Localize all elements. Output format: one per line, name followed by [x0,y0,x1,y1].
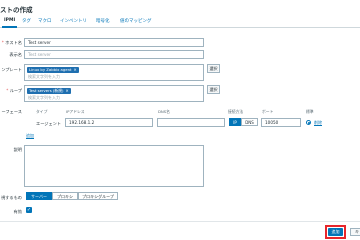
page-title: ストの作成 [0,6,33,14]
template-search-input[interactable]: 検索文字列を入力 [28,74,60,80]
host-name-label: * ホスト名 [1,40,22,45]
visible-name-label: 表示名 [9,52,22,57]
tab-encryption[interactable]: 暗号化 [96,18,110,24]
groups-label: * ループ [6,88,22,93]
monitored-by-server[interactable]: サーバー [26,192,52,200]
templates-multiselect[interactable]: Linux by Zabbix agent ✕ 検索文字列を入力 [24,64,204,81]
monitored-by-proxy-group[interactable]: プロキシグループ [78,192,118,200]
tab-value-mapping[interactable]: 値のマッピング [120,18,152,24]
col-port: ポート [262,109,274,114]
default-interface-radio[interactable] [306,120,311,125]
tab-macros[interactable]: マクロ [38,18,52,24]
add-interface-link[interactable]: 追加 [26,133,34,139]
dns-name-field[interactable] [157,118,225,127]
visible-name-field[interactable]: Test server [24,50,204,59]
template-chip: Linux by Zabbix agent ✕ [27,67,79,73]
col-type: タイプ [36,109,48,114]
col-dns: DNS名 [158,109,170,114]
template-select-button[interactable]: 選択 [207,64,220,73]
cancel-button[interactable]: キ [350,228,360,236]
remove-chip-icon[interactable]: ✕ [65,88,68,93]
col-connect: 接続方法 [228,109,244,114]
templates-label: ンプレート [1,67,22,72]
ip-address-field[interactable]: 192.168.1.2 [65,118,153,127]
port-field[interactable]: 10050 [261,118,301,127]
tab-tags[interactable]: タグ [22,18,31,24]
tab-inventory[interactable]: インベントリ [60,18,87,24]
col-ip: IPアドレス [66,109,85,114]
tab-ipmi[interactable]: IPMI [1,18,18,28]
monitored-by-proxy[interactable]: プロキシ [52,192,78,200]
connect-ip-button[interactable]: IP [229,118,241,126]
remove-interface-link[interactable]: 削除 [314,120,322,126]
remove-chip-icon[interactable]: ✕ [74,67,77,72]
col-default: 標準 [306,109,314,114]
group-search-input[interactable]: 検索文字列を入力 [28,95,60,101]
highlight-box [325,225,346,239]
description-label: 説明 [13,147,22,152]
monitored-by-label: 視するもの [1,195,22,200]
footer-divider [0,221,360,222]
tab-bar: IPMI タグ マクロ インベントリ 暗号化 値のマッピング [0,15,360,28]
enabled-checkbox[interactable]: ✓ [26,207,32,213]
interfaces-label: ーフェース [1,109,22,114]
group-select-button[interactable]: 選択 [207,85,220,94]
description-textarea[interactable] [24,145,204,187]
groups-multiselect[interactable]: Test servers (新規) ✕ 検索文字列を入力 [24,85,204,102]
host-name-field[interactable]: Test server [24,38,204,47]
connect-dns-button[interactable]: DNS [241,118,258,126]
enabled-label: 有効 [13,209,22,214]
group-chip: Test servers (新規) ✕ [27,88,71,94]
interface-type: エージェント [36,121,62,126]
